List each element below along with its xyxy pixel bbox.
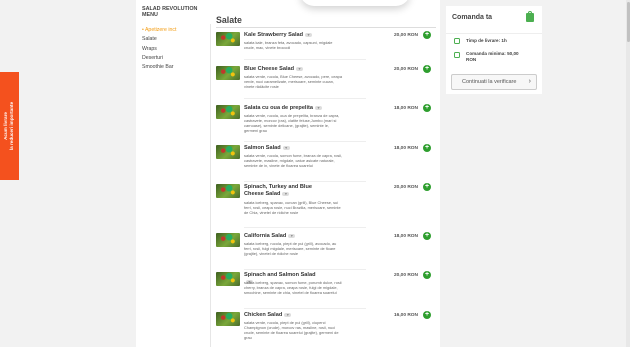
add-to-cart-button[interactable]: + [423,31,431,39]
item-price: 20,00 RON [394,185,418,190]
item-description: salata iceberg, rucola, piept de pui (gr… [244,241,337,257]
salad-image[interactable] [216,272,240,286]
add-to-cart-button[interactable]: + [423,183,431,191]
divider [244,181,366,182]
heart-icon[interactable]: ♥ [284,312,292,317]
item-name[interactable]: California Salad ♥ [244,233,324,240]
add-to-cart-button[interactable]: + [423,104,431,112]
divider [244,269,366,270]
heart-icon[interactable]: ♥ [282,191,290,196]
item-description: salata verde, rucola, oua de prepelita, … [244,113,340,134]
divider [244,141,366,142]
category-item[interactable]: Wraps [142,46,176,55]
scrollbar-thumb[interactable] [626,2,630,42]
item-description: salata verde, rucola, piept de pui (gril… [244,320,339,341]
salad-image[interactable] [216,105,240,119]
salad-image[interactable] [216,312,240,326]
item-name[interactable]: Salata cu oua de prepelita ♥ [244,105,324,112]
delivery-time: Timp de livrare: 1h [466,38,507,43]
salad-image[interactable] [216,32,240,46]
clock-icon [454,38,460,44]
item-name[interactable]: Blue Cheese Salad ♥ [244,66,324,73]
item-price: 20,00 RON [394,273,418,278]
item-price: 18,00 RON [394,106,418,111]
shopping-bag-icon [526,10,534,22]
add-to-cart-button[interactable]: + [423,144,431,152]
scrollbar[interactable] [626,0,630,347]
heart-icon[interactable]: ♥ [282,145,290,150]
category-item[interactable]: • Apetizere inct [142,27,176,36]
category-item[interactable]: Salate [142,36,176,45]
order-title: Comanda ta [452,14,493,21]
item-price: 20,00 RON [394,33,418,38]
divider [210,24,211,347]
heart-icon[interactable]: ♥ [296,66,304,71]
divider [244,98,366,99]
checkout-button[interactable]: Continuati la verificare › [451,74,537,90]
order-panel: Comanda ta Timp de livrare: 1h Comanda m… [446,6,542,94]
category-item[interactable]: Smoothie Bar [142,64,176,73]
add-to-cart-button[interactable]: + [423,271,431,279]
minimum-order-icon [454,52,460,58]
category-item[interactable]: Deserturi [142,55,176,64]
heart-icon[interactable]: ♥ [305,32,313,37]
item-description: salata iceberg, spanac, somon fume, poru… [244,280,342,296]
divider [446,33,542,34]
top-header-edge [300,0,410,6]
add-to-cart-button[interactable]: + [423,65,431,73]
divider [244,308,366,309]
item-name[interactable]: Kale Strawberry Salad ♥ [244,32,324,39]
divider [244,59,366,60]
item-name[interactable]: Chicken Salad ♥ [244,312,324,319]
item-price: 20,00 RON [394,67,418,72]
item-description: salata kale, branza feta, avocado, capsu… [244,40,333,51]
item-price: 18,00 RON [394,146,418,151]
add-to-cart-button[interactable]: + [423,311,431,319]
promo-tab[interactable]: Acum livrare la reduceri importante [0,72,19,180]
salad-image[interactable] [216,66,240,80]
divider [216,27,436,28]
chevron-right-icon: › [528,78,531,85]
category-list: • Apetizere inct Salate Wraps Deserturi … [142,27,176,73]
add-to-cart-button[interactable]: + [423,232,431,240]
menu-title: SALAD REVOLUTION MENU [142,6,198,19]
item-price: 16,00 RON [394,313,418,318]
item-description: salata verde, rucola, somon fume, branza… [244,153,343,169]
salad-image[interactable] [216,145,240,159]
salad-image[interactable] [216,233,240,247]
item-name[interactable]: Spinach, Turkey and Blue Cheese Salad ♥ [244,184,324,198]
item-price: 18,00 RON [394,234,418,239]
heart-icon[interactable]: ♥ [288,233,296,238]
promo-text: Acum livrare la reduceri importante [3,101,15,151]
item-description: salata verde, rucola, Blue Cheese, avoca… [244,74,342,90]
item-name[interactable]: Salmon Salad ♥ [244,145,324,152]
minimum-order: Comanda minima: 50,00 RON [466,51,519,62]
section-title: Salate [216,15,242,25]
divider [244,227,366,228]
item-description: salata iceberg, spanac, curcan (grill), … [244,200,341,216]
salad-image[interactable] [216,184,240,198]
heart-icon[interactable]: ♥ [315,105,323,110]
